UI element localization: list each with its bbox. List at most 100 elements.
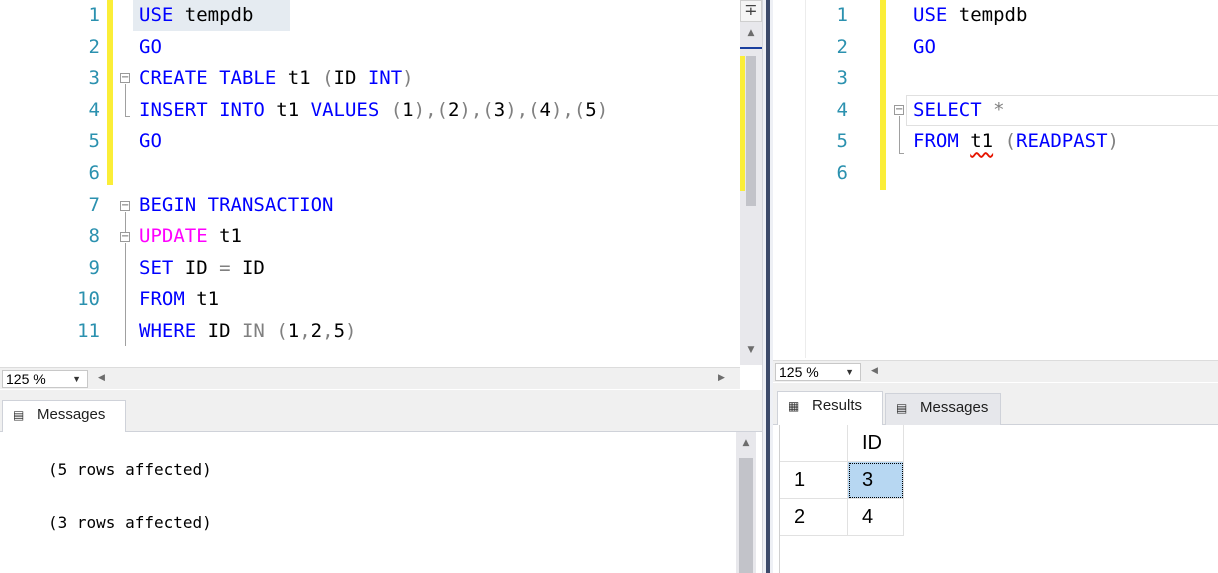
grid-cell[interactable]: 4 [848, 499, 904, 536]
zoom-select[interactable]: 125 % ▼ [775, 363, 861, 381]
code-token: FROM [139, 288, 185, 311]
left-code-editor[interactable]: 1 USE tempdb 2 GO 3 CREATE TABLE t1 (ID INT) 4… [0, 0, 740, 365]
collapse-icon[interactable]: − [120, 232, 130, 242]
code-token: USE [139, 4, 174, 26]
code-token: t1 [264, 98, 311, 121]
code-token: ) [345, 320, 357, 342]
code-line[interactable]: 4 INSERT INTO t1 VALUES (1),(2),(3),(4),(… [0, 95, 740, 126]
code-text: CREATE TABLE t1 (ID INT) [139, 63, 414, 94]
fold-guide-end [899, 153, 904, 154]
code-token: ( [1004, 130, 1017, 153]
code-token: UPDATE [139, 225, 208, 248]
code-line[interactable]: 10 FROM t1 [0, 284, 740, 315]
code-token: ID [230, 256, 265, 279]
code-token: 2 [310, 320, 323, 342]
tab-messages[interactable]: ▤ Messages [885, 393, 1001, 425]
code-line[interactable]: 7 BEGIN TRANSACTION [0, 190, 740, 221]
code-token: t1 [207, 225, 242, 248]
code-token: USE [913, 4, 948, 26]
code-line[interactable]: 9 SET ID = ID [0, 253, 740, 284]
line-number: 11 [77, 320, 100, 342]
messages-icon: ▤ [896, 401, 908, 415]
scroll-up-icon[interactable]: ▲ [736, 438, 756, 448]
code-token: 1 [287, 320, 300, 342]
split-icon[interactable]: ∓ [740, 0, 762, 22]
code-token: t1 [184, 288, 220, 311]
code-token: INTO [219, 98, 265, 121]
grid-cell[interactable]: 3 [848, 462, 904, 499]
scroll-thumb[interactable] [746, 56, 756, 206]
scroll-left-icon[interactable]: ◀ [98, 373, 105, 383]
code-token: FROM [913, 130, 959, 153]
code-token: ),( [505, 98, 540, 121]
messages-scrollbar[interactable]: ▲ [736, 432, 756, 573]
code-line[interactable]: 6 [0, 158, 740, 189]
code-token: = [219, 256, 231, 279]
code-line[interactable]: 3 CREATE TABLE t1 (ID INT) [0, 63, 740, 94]
caret-position-marker [740, 47, 762, 49]
code-line[interactable]: 1 USE tempdb [0, 0, 740, 31]
code-line[interactable]: 2 GO [0, 32, 740, 63]
code-line[interactable]: 5 GO [0, 126, 740, 157]
code-token: ID [196, 320, 242, 342]
code-token: SET [139, 256, 174, 279]
code-token: IN [241, 320, 265, 342]
zoom-select[interactable]: 125 % ▼ [2, 370, 88, 388]
left-editor-scrollbar[interactable]: ∓ ▲ ▼ [740, 0, 762, 365]
row-header[interactable]: 1 [780, 462, 848, 499]
right-code-editor[interactable]: 1 USE tempdb 2 GO 3 4 SELECT * 5 FROM t1 (READPA… [773, 0, 1218, 358]
scroll-thumb[interactable] [739, 458, 753, 573]
code-token: 1 [402, 98, 414, 121]
code-line[interactable]: 6 [773, 158, 1218, 189]
code-line[interactable]: 8 UPDATE t1 [0, 221, 740, 252]
right-query-window: 1 USE tempdb 2 GO 3 4 SELECT * 5 FROM t1 (READPA… [773, 0, 1218, 573]
code-token: SELECT [913, 98, 982, 121]
code-token: 2 [447, 98, 460, 121]
line-number: 5 [88, 130, 100, 153]
code-token: VALUES [310, 98, 380, 121]
code-line[interactable]: 2 GO [773, 32, 1218, 63]
code-token: ID [333, 67, 368, 90]
code-token: tempdb [947, 4, 1028, 26]
message-line: (3 rows affected) [48, 513, 212, 532]
tab-messages[interactable]: ▤ Messages [2, 400, 126, 432]
messages-pane: (5 rows affected) (3 rows affected) [0, 432, 740, 573]
collapse-icon[interactable]: − [120, 201, 130, 211]
code-text: GO [139, 126, 162, 157]
results-grid[interactable]: ID 1 3 2 4 [779, 425, 1218, 573]
code-token: ),( [550, 98, 586, 121]
code-token: ) [596, 98, 609, 121]
line-number: 6 [88, 162, 100, 184]
collapse-icon[interactable]: − [120, 73, 130, 83]
collapse-icon[interactable]: − [894, 105, 904, 115]
row-number: 1 [794, 469, 806, 491]
code-line[interactable]: 5 FROM t1 (READPAST) [773, 126, 1218, 157]
column-header[interactable]: ID [848, 425, 904, 462]
scroll-left-icon[interactable]: ◀ [871, 366, 878, 376]
code-line[interactable]: 1 USE tempdb [773, 0, 1218, 31]
code-token: INSERT [139, 98, 208, 121]
tab-results[interactable]: ▦ Results [777, 391, 883, 425]
code-text: WHERE ID IN (1,2,5) [139, 316, 356, 347]
code-token: ( [276, 320, 288, 342]
line-number: 3 [836, 67, 848, 90]
scroll-right-icon[interactable]: ▶ [718, 373, 725, 383]
left-zoom-bar: 125 % ▼ ◀ ▶ [0, 367, 740, 389]
code-line[interactable]: 11 WHERE ID IN (1,2,5) [0, 316, 740, 347]
code-line[interactable]: 4 SELECT * [773, 95, 1218, 126]
row-header[interactable]: 2 [780, 499, 848, 536]
row-number: 2 [794, 506, 806, 528]
code-token: INT [367, 67, 403, 90]
code-line[interactable]: 3 [773, 63, 1218, 94]
scroll-down-icon[interactable]: ▼ [740, 345, 762, 355]
zoom-value: 125 % [6, 371, 46, 387]
code-text: GO [139, 32, 162, 63]
scroll-up-icon[interactable]: ▲ [740, 28, 762, 38]
messages-icon: ▤ [13, 408, 25, 422]
window-splitter[interactable] [762, 0, 773, 573]
